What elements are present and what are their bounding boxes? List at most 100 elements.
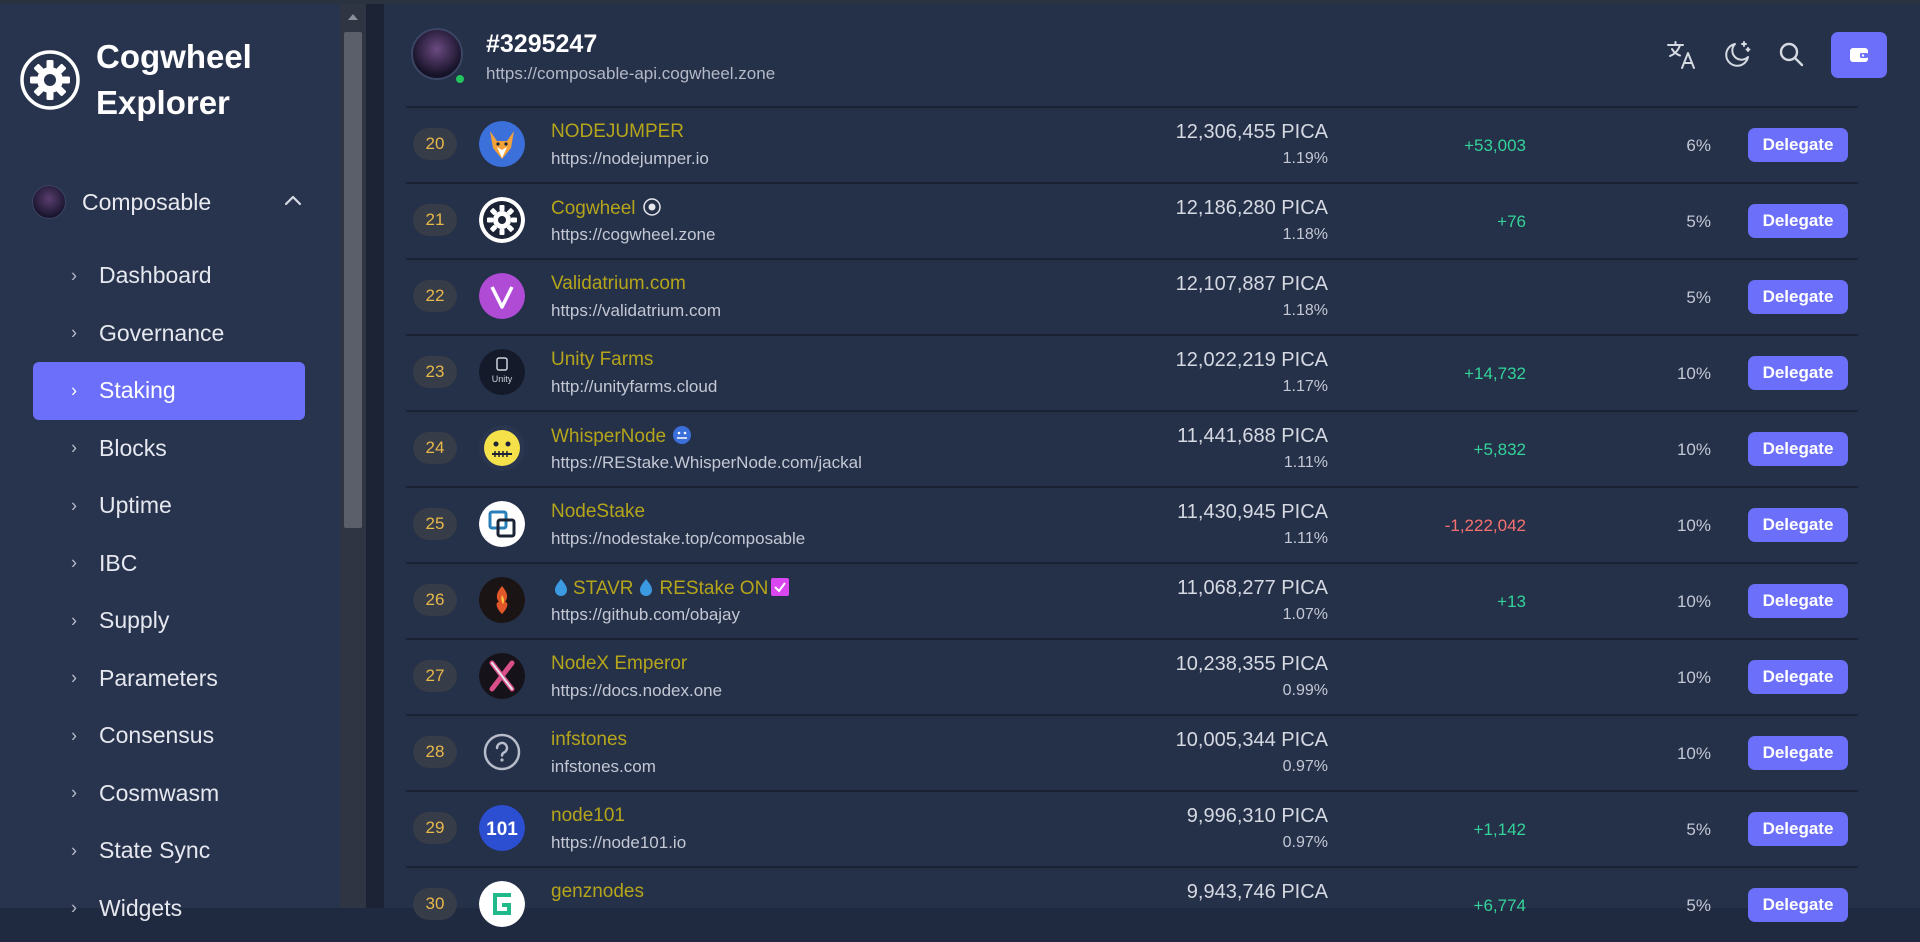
search-icon[interactable] — [1775, 38, 1809, 72]
delegate-button[interactable]: Delegate — [1748, 736, 1848, 770]
sidebar-item-parameters[interactable]: › Parameters — [33, 650, 305, 708]
delegate-button[interactable]: Delegate — [1748, 128, 1848, 162]
validator-name[interactable]: Unity Farms — [551, 349, 653, 371]
delegate-button[interactable]: Delegate — [1748, 584, 1848, 618]
voting-power-percent: 0.99% — [1282, 682, 1328, 699]
page-header: #3295247 https://composable-api.cogwheel… — [384, 4, 1920, 104]
validator-name[interactable]: genznodes — [551, 881, 644, 903]
validator-name-text: genznodes — [551, 881, 644, 902]
voting-power-percent: 1.11% — [1283, 454, 1328, 471]
sidebar-item-blocks[interactable]: › Blocks — [33, 420, 305, 478]
fox-logo-icon — [479, 121, 525, 167]
cogwheel-emoji-icon — [642, 198, 661, 216]
nodex-logo-icon — [479, 653, 525, 699]
delegate-button[interactable]: Delegate — [1748, 660, 1848, 694]
translate-icon[interactable] — [1665, 38, 1699, 72]
voting-power: 9,996,310 PICA — [1186, 805, 1328, 827]
validator-url[interactable]: https://nodestake.top/composable — [551, 529, 805, 549]
cogwheel-logo-icon — [479, 197, 525, 243]
commission-rate: 5% — [1686, 820, 1711, 839]
power-change: +13 — [1497, 592, 1526, 611]
delegate-button[interactable]: Delegate — [1748, 888, 1848, 922]
whisper-logo-icon — [479, 425, 525, 471]
validator-name-text: infstones — [551, 729, 628, 750]
validator-url[interactable]: https://validatrium.com — [551, 301, 721, 321]
delegate-button[interactable]: Delegate — [1748, 432, 1848, 466]
delegate-button[interactable]: Delegate — [1748, 280, 1848, 314]
delegate-button[interactable]: Delegate — [1748, 204, 1848, 238]
sidebar-item-label: Blocks — [99, 434, 167, 461]
delegate-button[interactable]: Delegate — [1748, 812, 1848, 846]
voting-power: 11,430,945 PICA — [1177, 501, 1328, 523]
validator-name[interactable]: NodeStake — [551, 501, 645, 523]
validator-url[interactable]: infstones.com — [551, 757, 656, 777]
validator-name[interactable]: STAVR REStake ON — [551, 577, 790, 600]
scrollbar-thumb[interactable] — [344, 32, 362, 528]
commission-rate: 6% — [1686, 136, 1711, 155]
endpoint-url[interactable]: https://composable-api.cogwheel.zone — [486, 64, 775, 84]
chain-avatar — [32, 185, 66, 219]
chain-selector[interactable]: Composable — [32, 180, 312, 224]
sidebar-item-ibc[interactable]: › IBC — [33, 535, 305, 593]
sidebar-scrollbar[interactable] — [340, 4, 366, 908]
sidebar-item-cosmwasm[interactable]: › Cosmwasm — [33, 765, 305, 823]
sidebar-item-staking[interactable]: › Staking — [33, 362, 305, 420]
voting-power: 11,068,277 PICA — [1177, 577, 1328, 599]
sidebar-item-consensus[interactable]: › Consensus — [33, 707, 305, 765]
voting-power: 11,441,688 PICA — [1177, 425, 1328, 447]
table-row: 26 STAVR REStake ON https://github.com/ob… — [406, 562, 1858, 638]
sidebar-item-state-sync[interactable]: › State Sync — [33, 822, 305, 880]
dark-mode-icon[interactable] — [1720, 38, 1754, 72]
voting-power: 12,306,455 PICA — [1175, 121, 1328, 143]
sidebar-item-label: Widgets — [99, 894, 183, 921]
wallet-button[interactable] — [1831, 32, 1887, 78]
sidebar-item-label: Uptime — [99, 492, 172, 519]
commission-rate: 5% — [1686, 288, 1711, 307]
delegate-button[interactable]: Delegate — [1748, 356, 1848, 390]
voting-power-percent: 1.19% — [1282, 150, 1328, 167]
power-change: +76 — [1497, 212, 1526, 231]
divider — [366, 4, 384, 908]
validator-url[interactable]: http://unityfarms.cloud — [551, 377, 717, 397]
svg-text:Unity: Unity — [492, 374, 513, 384]
sidebar-item-dashboard[interactable]: › Dashboard — [33, 247, 305, 305]
validator-name[interactable]: Cogwheel — [551, 197, 662, 220]
validator-url[interactable]: https://nodejumper.io — [551, 149, 709, 169]
validator-name[interactable]: NODEJUMPER — [551, 121, 684, 143]
chevron-right-icon: › — [71, 437, 77, 458]
chevron-right-icon: › — [71, 495, 77, 516]
validator-url[interactable]: https://REStake.WhisperNode.com/jackal — [551, 453, 862, 473]
stavr-logo-icon — [479, 577, 525, 623]
delegate-button[interactable]: Delegate — [1748, 508, 1848, 542]
validator-name-text: Validatrium.com — [551, 273, 686, 294]
scroll-up-arrow-icon[interactable] — [348, 14, 358, 20]
table-row: 25 NodeStake https://nodestake.top/compo… — [406, 486, 1858, 562]
validator-url[interactable]: https://docs.nodex.one — [551, 681, 722, 701]
validator-name[interactable]: WhisperNode — [551, 425, 692, 448]
voting-power-percent: 1.07% — [1282, 606, 1328, 623]
rank-badge: 25 — [413, 508, 457, 540]
sidebar-item-label: Staking — [99, 377, 176, 404]
validator-url[interactable]: https://node101.io — [551, 833, 686, 853]
brand[interactable]: Cogwheel Explorer — [20, 34, 252, 126]
sidebar-item-uptime[interactable]: › Uptime — [33, 477, 305, 535]
validator-name[interactable]: Validatrium.com — [551, 273, 686, 295]
validator-name-text: NodeStake — [551, 501, 646, 522]
validator-name[interactable]: node101 — [551, 805, 625, 827]
rank-badge: 28 — [413, 736, 457, 768]
validator-name-text: WhisperNode — [551, 426, 667, 447]
validator-url[interactable]: https://cogwheel.zone — [551, 225, 715, 245]
rank-badge: 20 — [413, 128, 457, 160]
sidebar-item-widgets[interactable]: › Widgets — [33, 880, 305, 938]
validator-name[interactable]: NodeX Emperor — [551, 653, 687, 675]
validator-name[interactable]: infstones — [551, 729, 627, 751]
sidebar-item-governance[interactable]: › Governance — [33, 305, 305, 363]
sidebar-item-label: Cosmwasm — [99, 779, 220, 806]
chain-label: Composable — [82, 188, 212, 215]
validator-url[interactable]: https://github.com/obajay — [551, 605, 740, 625]
validator-name-text: NODEJUMPER — [551, 121, 685, 142]
sidebar-item-supply[interactable]: › Supply — [33, 592, 305, 650]
chevron-right-icon: › — [71, 725, 77, 746]
validator-name-suffix: REStake ON — [659, 578, 769, 599]
chevron-right-icon: › — [71, 667, 77, 688]
